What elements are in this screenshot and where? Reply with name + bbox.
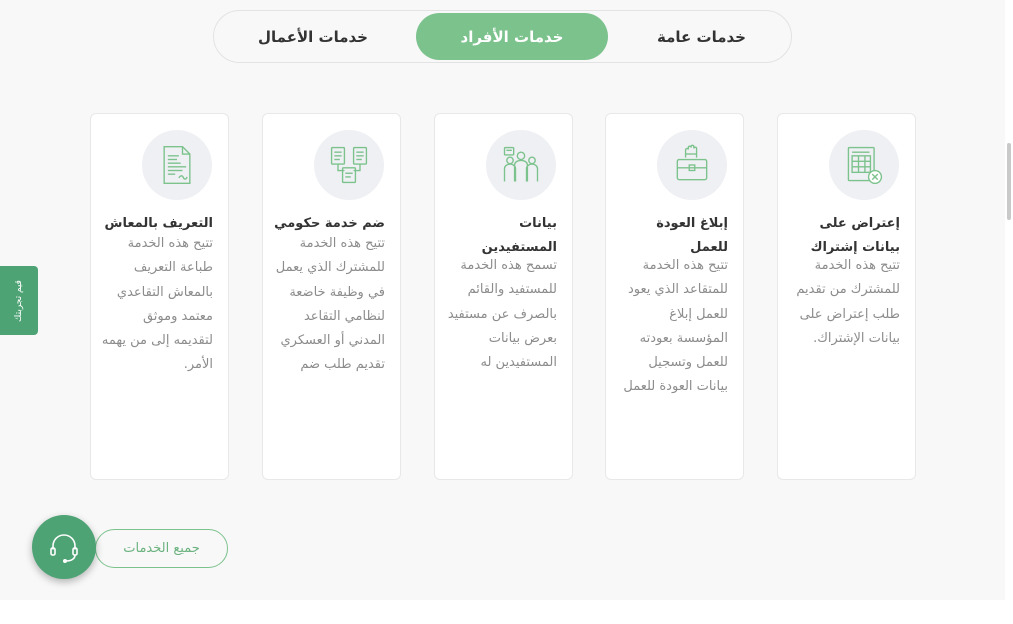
card-title: إعتراض على بيانات إشتراك <box>810 216 900 255</box>
service-card-beneficiaries-data[interactable]: بيانات المستفيدين تسمح هذه الخدمة للمستف… <box>434 113 573 480</box>
merge-documents-icon <box>330 146 368 184</box>
service-card-subscription-objection[interactable]: إعتراض على بيانات إشتراك تتيح هذه الخدمة… <box>777 113 916 480</box>
support-chat-button[interactable] <box>32 515 96 579</box>
card-description: تتيح هذه الخدمة للمتقاعد الذي يعود للعمل… <box>623 258 728 395</box>
card-description: تتيح هذه الخدمة للمشترك الذي يعمل في وظي… <box>275 236 385 373</box>
briefcase-hand-icon <box>676 144 708 181</box>
card-title: بيانات المستفيدين <box>481 216 557 255</box>
card-description: تتيح هذه الخدمة طباعة التعريف بالمعاش ال… <box>101 236 213 373</box>
headset-icon <box>50 534 78 563</box>
service-card-pension-certificate[interactable]: التعريف بالمعاش تتيح هذه الخدمة طباعة ال… <box>90 113 229 480</box>
scrollbar-thumb[interactable] <box>1007 143 1011 220</box>
card-title: إبلاغ العودة للعمل <box>656 216 728 255</box>
rate-experience-label: قيم تجربتك <box>14 279 24 322</box>
icon-circle <box>314 130 384 200</box>
card-description: تسمح هذه الخدمة للمستفيد والقائم بالصرف … <box>447 258 557 371</box>
all-services-button[interactable]: جميع الخدمات <box>95 529 228 568</box>
page: خدمات عامة خدمات الأفراد خدمات الأعمال إ… <box>0 0 1013 624</box>
icon-circle <box>142 130 212 200</box>
spreadsheet-objection-icon <box>847 146 883 185</box>
rate-experience-tab[interactable]: قيم تجربتك <box>0 266 38 335</box>
service-card-return-to-work[interactable]: إبلاغ العودة للعمل تتيح هذه الخدمة للمتق… <box>605 113 744 480</box>
tab-general-services[interactable]: خدمات عامة <box>614 13 789 60</box>
tab-individual-services[interactable]: خدمات الأفراد <box>416 13 608 60</box>
icon-circle <box>829 130 899 200</box>
card-description: تتيح هذه الخدمة للمشترك من تقديم طلب إعت… <box>796 258 900 346</box>
certificate-document-icon <box>163 145 191 185</box>
icon-circle <box>486 130 556 200</box>
page-scrollbar[interactable] <box>1005 0 1013 624</box>
service-category-tabs: خدمات عامة خدمات الأفراد خدمات الأعمال <box>213 10 792 63</box>
beneficiaries-group-icon <box>503 146 539 182</box>
icon-circle <box>657 130 727 200</box>
tab-business-services[interactable]: خدمات الأعمال <box>219 13 407 60</box>
services-section: خدمات عامة خدمات الأفراد خدمات الأعمال إ… <box>0 0 1005 600</box>
service-card-government-service-merge[interactable]: ضم خدمة حكومي تتيح هذه الخدمة للمشترك ال… <box>262 113 401 480</box>
